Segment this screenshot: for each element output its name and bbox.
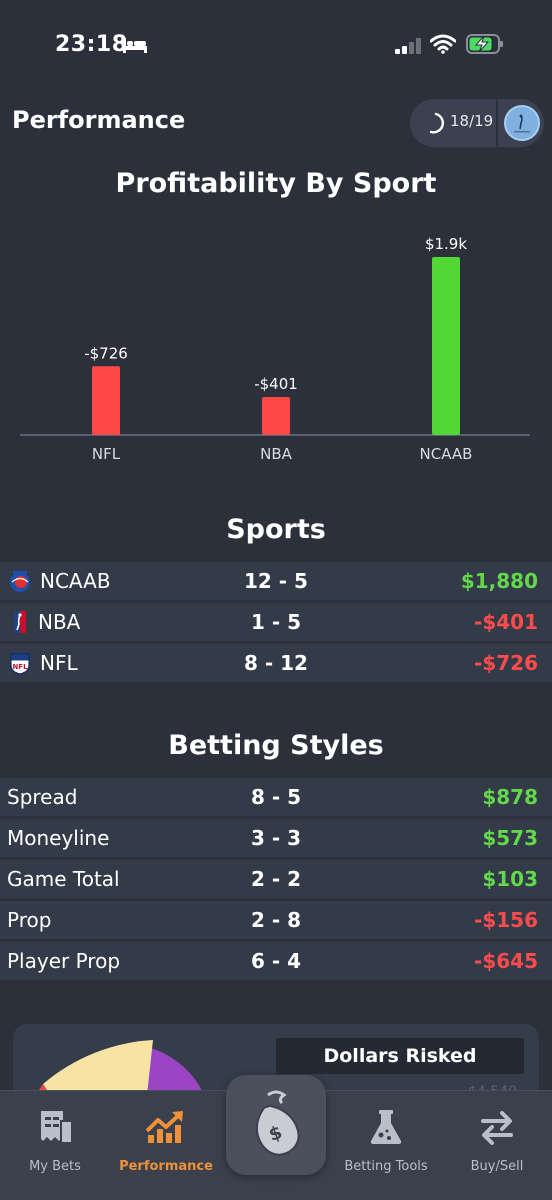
style-profit: $103 bbox=[482, 867, 538, 891]
sports-title: Sports bbox=[226, 514, 326, 545]
style-profit: $878 bbox=[482, 785, 538, 809]
style-record: 6 - 4 bbox=[250, 949, 302, 973]
chart-title: Profitability By Sport bbox=[115, 168, 437, 199]
style-row-spread[interactable]: Spread 8 - 5 $878 bbox=[0, 778, 552, 816]
betting-styles-title: Betting Styles bbox=[168, 730, 384, 761]
chart-data-label: -$726 bbox=[84, 344, 128, 362]
style-profit: -$156 bbox=[474, 908, 538, 932]
status-bar: 23:18 bbox=[0, 0, 552, 90]
avatar-figure-icon bbox=[514, 114, 530, 133]
betting-styles-table: Spread 8 - 5 $878 Moneyline 3 - 3 $573 G… bbox=[0, 778, 552, 983]
wifi-icon bbox=[430, 34, 456, 54]
style-profit: $573 bbox=[482, 826, 538, 850]
style-record: 3 - 3 bbox=[250, 826, 302, 850]
style-row-moneyline[interactable]: Moneyline 3 - 3 $573 bbox=[0, 819, 552, 857]
bed-icon bbox=[123, 38, 147, 53]
tab-label: Buy/Sell bbox=[470, 1159, 524, 1174]
tab-label: Performance bbox=[119, 1159, 213, 1174]
sports-table: NCAAB 12 - 5 $1,880 NBA 1 - 5 -$401 NFL … bbox=[0, 562, 552, 685]
sport-record: 8 - 12 bbox=[244, 651, 308, 675]
tab-buy-sell[interactable]: Buy/Sell bbox=[442, 1091, 552, 1200]
style-record: 2 - 8 bbox=[250, 908, 302, 932]
sport-row-ncaab[interactable]: NCAAB 12 - 5 $1,880 bbox=[0, 562, 552, 600]
cellular-signal-icon bbox=[395, 38, 421, 54]
chart-tick-label: NCAAB bbox=[420, 445, 473, 463]
sport-profit: $1,880 bbox=[460, 569, 538, 593]
pill-divider bbox=[496, 99, 498, 147]
status-time: 23:18 bbox=[55, 32, 128, 57]
sport-row-nfl[interactable]: NFL NFL 8 - 12 -$726 bbox=[0, 644, 552, 682]
profitability-chart: -$726 NFL -$401 NBA $1.9k NCAAB bbox=[20, 235, 530, 463]
chart-tick-label: NBA bbox=[260, 445, 293, 463]
sport-profit: -$401 bbox=[474, 610, 538, 634]
style-row-game-total[interactable]: Game Total 2 - 2 $103 bbox=[0, 860, 552, 898]
style-profit: -$645 bbox=[474, 949, 538, 973]
chart-bar-ncaab bbox=[432, 257, 460, 435]
tab-label: Betting Tools bbox=[344, 1159, 428, 1174]
money-bag-icon: $ bbox=[255, 1090, 300, 1156]
progress-count: 18/19 bbox=[450, 112, 494, 130]
chart-data-label: $1.9k bbox=[425, 235, 467, 253]
style-record: 8 - 5 bbox=[250, 785, 302, 809]
trending-up-icon bbox=[145, 1111, 183, 1143]
tab-my-bets[interactable]: My Bets bbox=[0, 1091, 110, 1200]
flask-icon bbox=[370, 1110, 402, 1144]
style-row-prop[interactable]: Prop 2 - 8 -$156 bbox=[0, 901, 552, 939]
chart-data-label: -$401 bbox=[254, 375, 298, 393]
sport-record: 1 - 5 bbox=[250, 610, 302, 634]
sport-row-nba[interactable]: NBA 1 - 5 -$401 bbox=[0, 603, 552, 641]
sport-profit: -$726 bbox=[474, 651, 538, 675]
avatar[interactable] bbox=[504, 105, 540, 141]
page-title: Performance bbox=[12, 106, 186, 134]
chart-tick-label: NFL bbox=[92, 445, 121, 463]
tab-label: My Bets bbox=[29, 1159, 81, 1174]
chart-bar-nba bbox=[262, 397, 290, 435]
tab-performance[interactable]: Performance bbox=[110, 1091, 222, 1200]
swap-icon bbox=[481, 1111, 513, 1145]
chart-bar-nfl bbox=[92, 366, 120, 435]
center-action-button[interactable]: $ bbox=[226, 1075, 326, 1175]
tab-betting-tools[interactable]: Betting Tools bbox=[330, 1091, 442, 1200]
dollars-risked-title: Dollars Risked bbox=[276, 1038, 524, 1074]
style-record: 2 - 2 bbox=[250, 867, 302, 891]
progress-pill[interactable]: 18/19 bbox=[410, 99, 544, 147]
receipt-icon bbox=[41, 1111, 73, 1144]
battery-charging-icon bbox=[466, 34, 503, 54]
progress-ring-icon bbox=[429, 112, 445, 134]
style-row-player-prop[interactable]: Player Prop 6 - 4 -$645 bbox=[0, 942, 552, 980]
